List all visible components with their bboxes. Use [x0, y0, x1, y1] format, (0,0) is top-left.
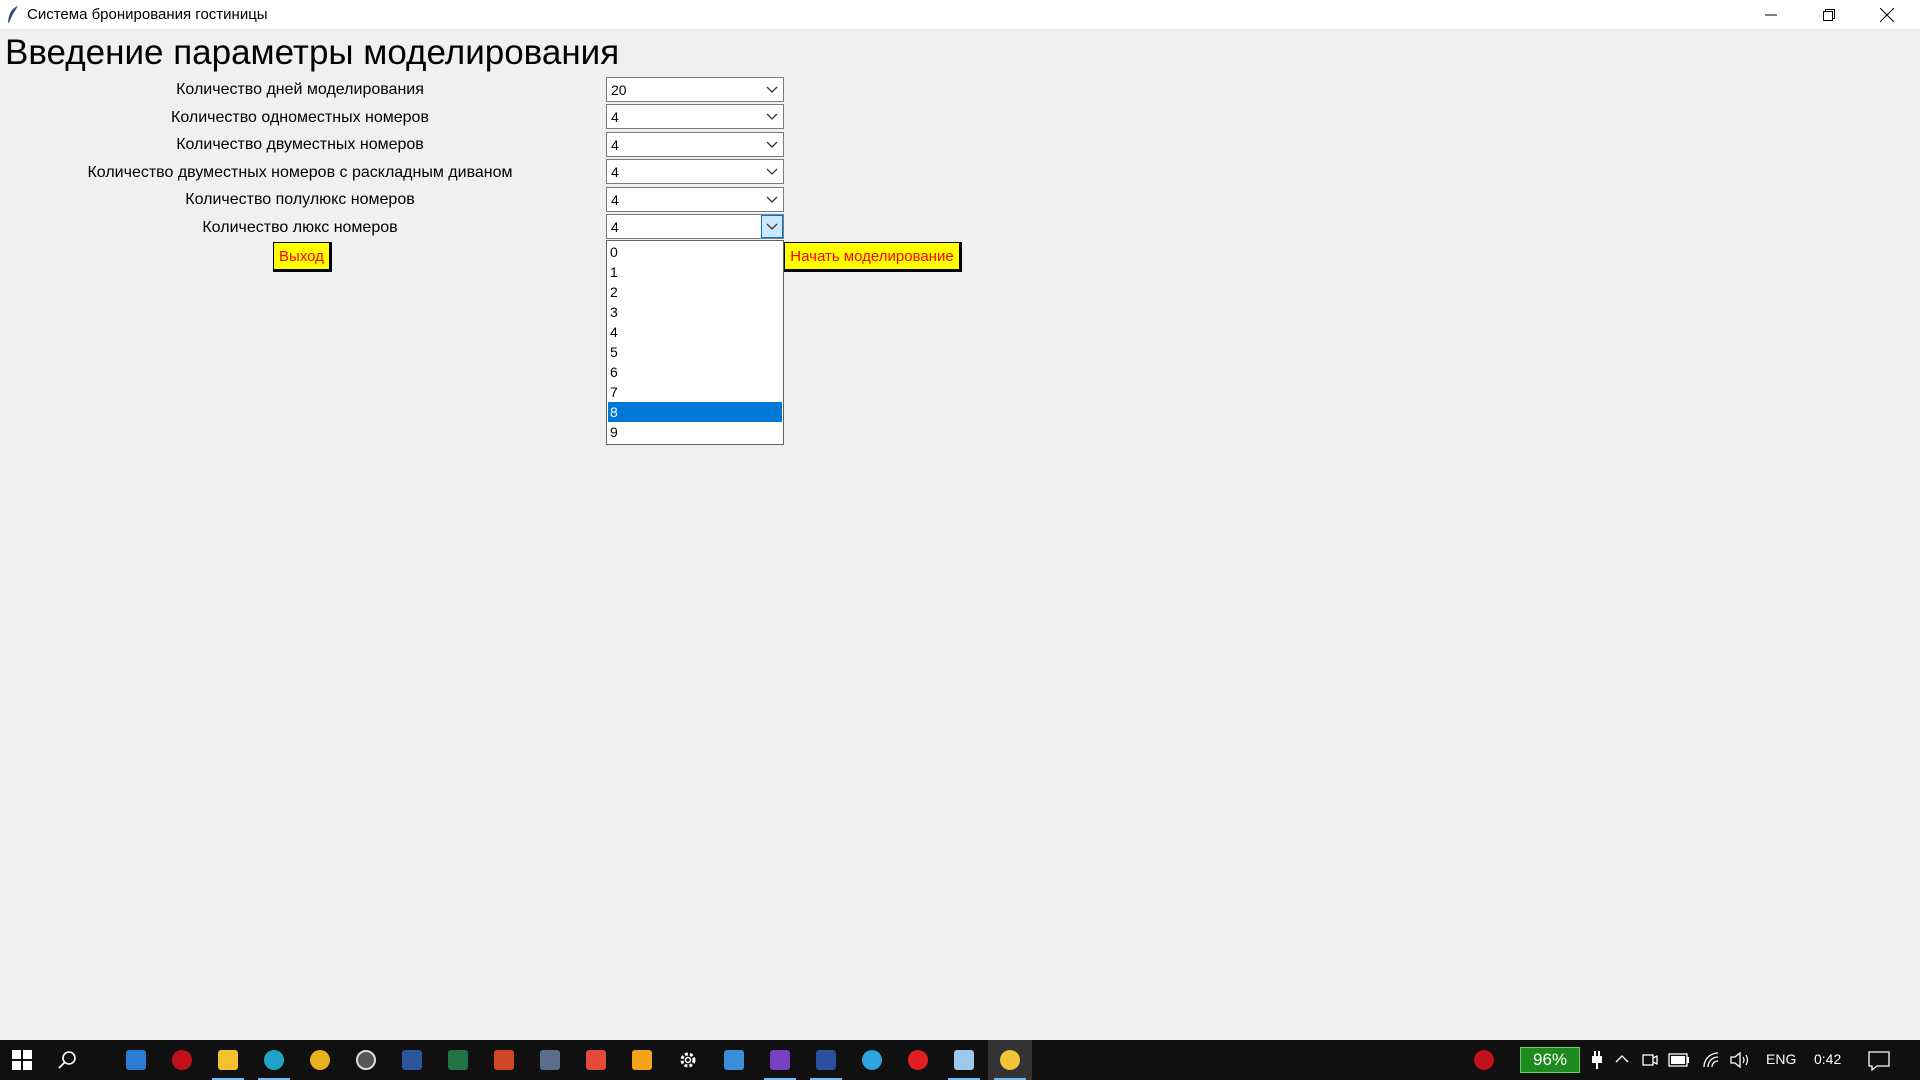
chevron-down-icon — [766, 86, 778, 93]
days-value: 20 — [611, 82, 627, 98]
visual-studio-icon[interactable] — [758, 1040, 802, 1080]
yandex-icon[interactable] — [896, 1040, 940, 1080]
exit-button[interactable]: Выход — [273, 242, 332, 272]
double-rooms-label: Количество двуместных номеров — [176, 136, 424, 153]
settings-icon[interactable] — [666, 1040, 710, 1080]
junior-suite-value: 4 — [611, 192, 619, 208]
chrome-icon[interactable] — [298, 1040, 342, 1080]
close-button[interactable] — [1858, 0, 1916, 29]
single-rooms-value: 4 — [611, 109, 619, 125]
clock[interactable]: 0:42 — [1814, 1051, 1841, 1067]
start-icon[interactable] — [0, 1040, 44, 1080]
wifi-icon[interactable] — [1702, 1051, 1720, 1069]
double-sofa-rooms-combobox[interactable]: 4 — [606, 159, 784, 184]
powershell-icon[interactable] — [804, 1040, 848, 1080]
dropdown-option-9[interactable]: 9 — [608, 422, 782, 442]
calculator-icon[interactable] — [528, 1040, 572, 1080]
chevron-up-icon[interactable] — [1614, 1053, 1630, 1065]
media-player-icon[interactable] — [344, 1040, 388, 1080]
restore-button[interactable] — [1800, 0, 1858, 29]
dropdown-option-1[interactable]: 1 — [608, 262, 782, 282]
battery-icon[interactable] — [1668, 1053, 1690, 1067]
days-label: Количество дней моделирования — [176, 81, 424, 98]
powerpoint-icon[interactable] — [482, 1040, 526, 1080]
suite-label: Количество люкс номеров — [202, 219, 398, 236]
junior-suite-label: Количество полулюкс номеров — [185, 191, 415, 208]
chevron-down-icon — [766, 168, 778, 175]
search-icon[interactable] — [46, 1040, 90, 1080]
dropdown-option-0[interactable]: 0 — [608, 242, 782, 262]
snip-icon[interactable] — [574, 1040, 618, 1080]
single-rooms-label: Количество одноместных номеров — [171, 109, 429, 126]
camera-icon[interactable] — [1642, 1051, 1658, 1069]
telegram-icon[interactable] — [850, 1040, 894, 1080]
restore-icon — [1823, 8, 1835, 21]
suite-combobox[interactable]: 4 — [606, 214, 784, 239]
battery-percent: 96% — [1520, 1047, 1580, 1073]
edge-icon[interactable] — [252, 1040, 296, 1080]
double-rooms-value: 4 — [611, 137, 619, 153]
outlook-icon[interactable] — [620, 1040, 664, 1080]
close-icon — [1880, 7, 1894, 22]
chevron-down-icon — [766, 223, 778, 230]
language-indicator[interactable]: ENG — [1766, 1051, 1796, 1067]
store-icon[interactable] — [114, 1040, 158, 1080]
dropdown-option-7[interactable]: 7 — [608, 382, 782, 402]
file-explorer-icon[interactable] — [206, 1040, 250, 1080]
minimize-icon — [1765, 14, 1777, 15]
suite-value: 4 — [611, 219, 619, 235]
days-combobox[interactable]: 20 — [606, 77, 784, 102]
chevron-down-icon — [766, 141, 778, 148]
suite-dropdown-list: 0 1 2 3 4 5 6 7 8 9 — [606, 240, 784, 445]
window-title: Система бронирования гостиницы — [27, 6, 268, 23]
dropdown-option-4[interactable]: 4 — [608, 322, 782, 342]
double-sofa-rooms-value: 4 — [611, 164, 619, 180]
antivirus-icon[interactable] — [160, 1040, 204, 1080]
minimize-button[interactable] — [1742, 0, 1800, 29]
double-rooms-combobox[interactable]: 4 — [606, 132, 784, 157]
taskbar: 96% ENG 0:42 — [0, 1040, 1920, 1080]
dropdown-option-8[interactable]: 8 — [608, 402, 782, 422]
volume-icon[interactable] — [1730, 1051, 1750, 1069]
dropdown-option-6[interactable]: 6 — [608, 362, 782, 382]
dropdown-option-5[interactable]: 5 — [608, 342, 782, 362]
dropdown-option-3[interactable]: 3 — [608, 302, 782, 322]
chevron-down-icon — [766, 196, 778, 203]
window-titlebar: Система бронирования гостиницы — [0, 0, 1920, 30]
power-plug-icon — [1592, 1051, 1602, 1069]
feather-icon — [8, 6, 18, 23]
single-rooms-combobox[interactable]: 4 — [606, 104, 784, 129]
notepad-icon[interactable] — [942, 1040, 986, 1080]
page-title: Введение параметры моделирования — [5, 33, 620, 72]
chevron-down-icon — [766, 113, 778, 120]
dropdown-option-2[interactable]: 2 — [608, 282, 782, 302]
tray-antivirus-icon[interactable] — [1462, 1040, 1506, 1080]
word-icon[interactable] — [390, 1040, 434, 1080]
notification-icon[interactable] — [1868, 1051, 1890, 1071]
double-sofa-rooms-label: Количество двуместных номеров с раскладн… — [87, 164, 513, 181]
start-simulation-button[interactable]: Начать моделирование — [784, 242, 962, 272]
junior-suite-combobox[interactable]: 4 — [606, 187, 784, 212]
excel-icon[interactable] — [436, 1040, 480, 1080]
python-icon[interactable] — [988, 1040, 1032, 1080]
remote-desktop-icon[interactable] — [712, 1040, 756, 1080]
